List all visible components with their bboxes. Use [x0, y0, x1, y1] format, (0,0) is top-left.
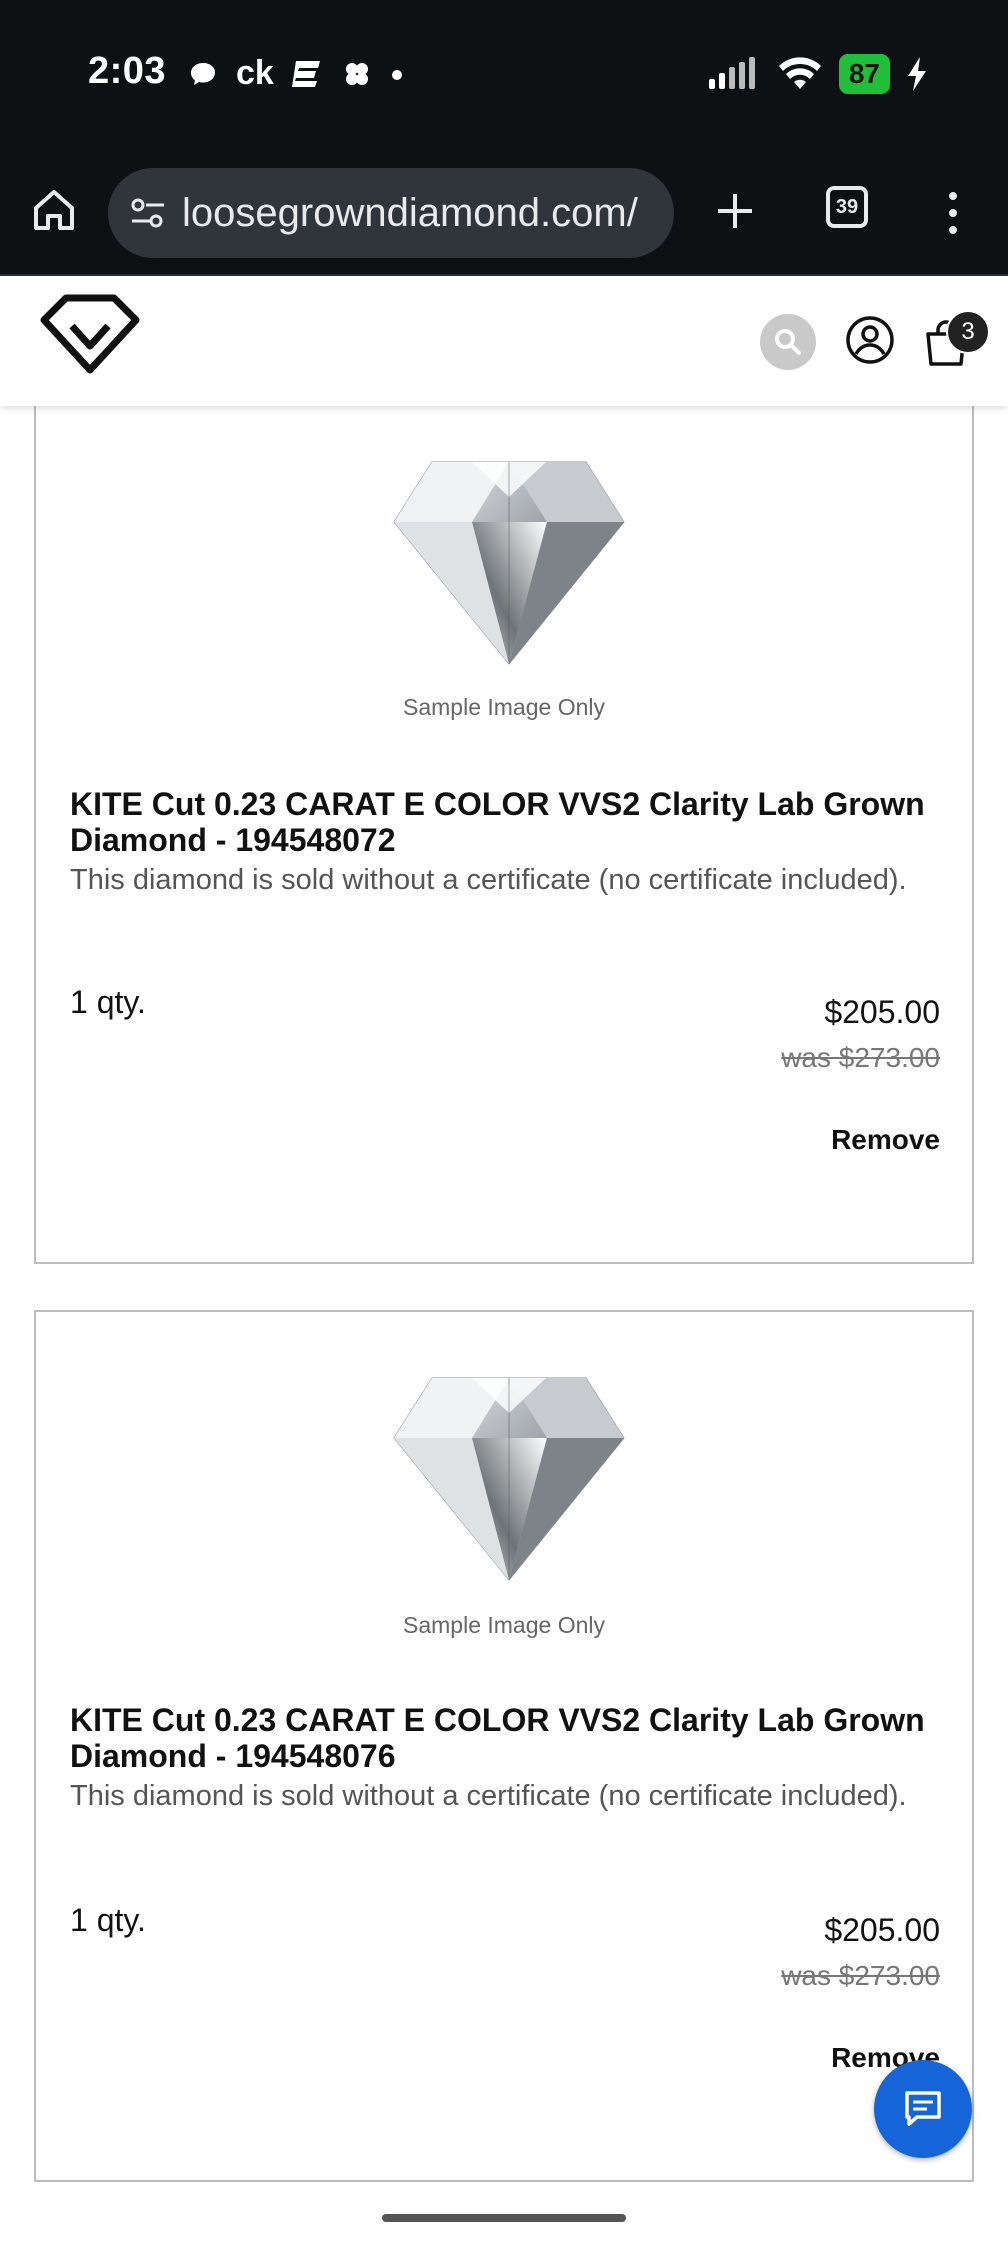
search-icon [775, 329, 801, 355]
dot-icon [391, 69, 402, 80]
image-caption: Sample Image Only [403, 1612, 605, 1638]
system-icons: 87 [707, 54, 928, 94]
wifi-icon [778, 57, 821, 89]
notification-icons: ck [188, 54, 404, 93]
chat-icon [905, 2091, 941, 2126]
cart-item: Sample Image Only KITE Cut 0.23 CARAT E … [34, 1310, 974, 2182]
pinwheel-icon [345, 62, 368, 85]
home-icon[interactable] [28, 184, 80, 236]
tab-switcher-button[interactable]: 39 [826, 186, 868, 228]
diamond-image [393, 1377, 625, 1581]
battery-indicator: 87 [838, 54, 890, 94]
status-time: 2:03 [88, 50, 167, 92]
address-bar[interactable]: loosegrowndiamond.com/ [108, 168, 674, 258]
site-logo[interactable] [38, 294, 142, 374]
browser-toolbar: loosegrowndiamond.com/ 39 [0, 150, 1008, 276]
image-caption: Sample Image Only [403, 694, 605, 720]
more-options-icon[interactable] [940, 188, 966, 238]
original-price: was $273.00 [781, 1042, 940, 1073]
product-title[interactable]: KITE Cut 0.23 CARAT E COLOR VVS2 Clarity… [70, 786, 940, 858]
signal-icon [708, 57, 755, 89]
remove-button[interactable]: Remove [831, 1124, 940, 1156]
cart-count-badge: 3 [946, 310, 990, 354]
search-button[interactable] [760, 314, 816, 370]
app-e-icon [291, 60, 320, 87]
diamond-image [393, 461, 625, 665]
product-title[interactable]: KITE Cut 0.23 CARAT E COLOR VVS2 Clarity… [70, 1702, 940, 1774]
charging-icon [908, 57, 926, 91]
item-quantity: 1 qty. [70, 1902, 146, 1938]
account-icon[interactable] [844, 314, 896, 366]
home-indicator[interactable] [382, 2214, 626, 2222]
product-description: This diamond is sold without a certifica… [70, 864, 907, 896]
status-bar: 2:03 ck 87 [0, 0, 1008, 150]
url-text[interactable]: loosegrowndiamond.com/ [182, 191, 638, 236]
original-price: was $273.00 [781, 1960, 940, 1991]
chat-button[interactable] [874, 2060, 972, 2158]
new-tab-icon[interactable] [710, 186, 760, 236]
site-header: 3 [0, 276, 1008, 406]
chat-bubble-icon [191, 62, 215, 85]
site-settings-icon[interactable] [128, 193, 168, 233]
item-price: $205.00 [824, 1912, 940, 1948]
product-description: This diamond is sold without a certifica… [70, 1780, 907, 1812]
carrier-text: ck [236, 54, 274, 92]
cart-item: Sample Image Only KITE Cut 0.23 CARAT E … [34, 370, 974, 1264]
item-quantity: 1 qty. [70, 984, 146, 1020]
item-price: $205.00 [824, 994, 940, 1030]
